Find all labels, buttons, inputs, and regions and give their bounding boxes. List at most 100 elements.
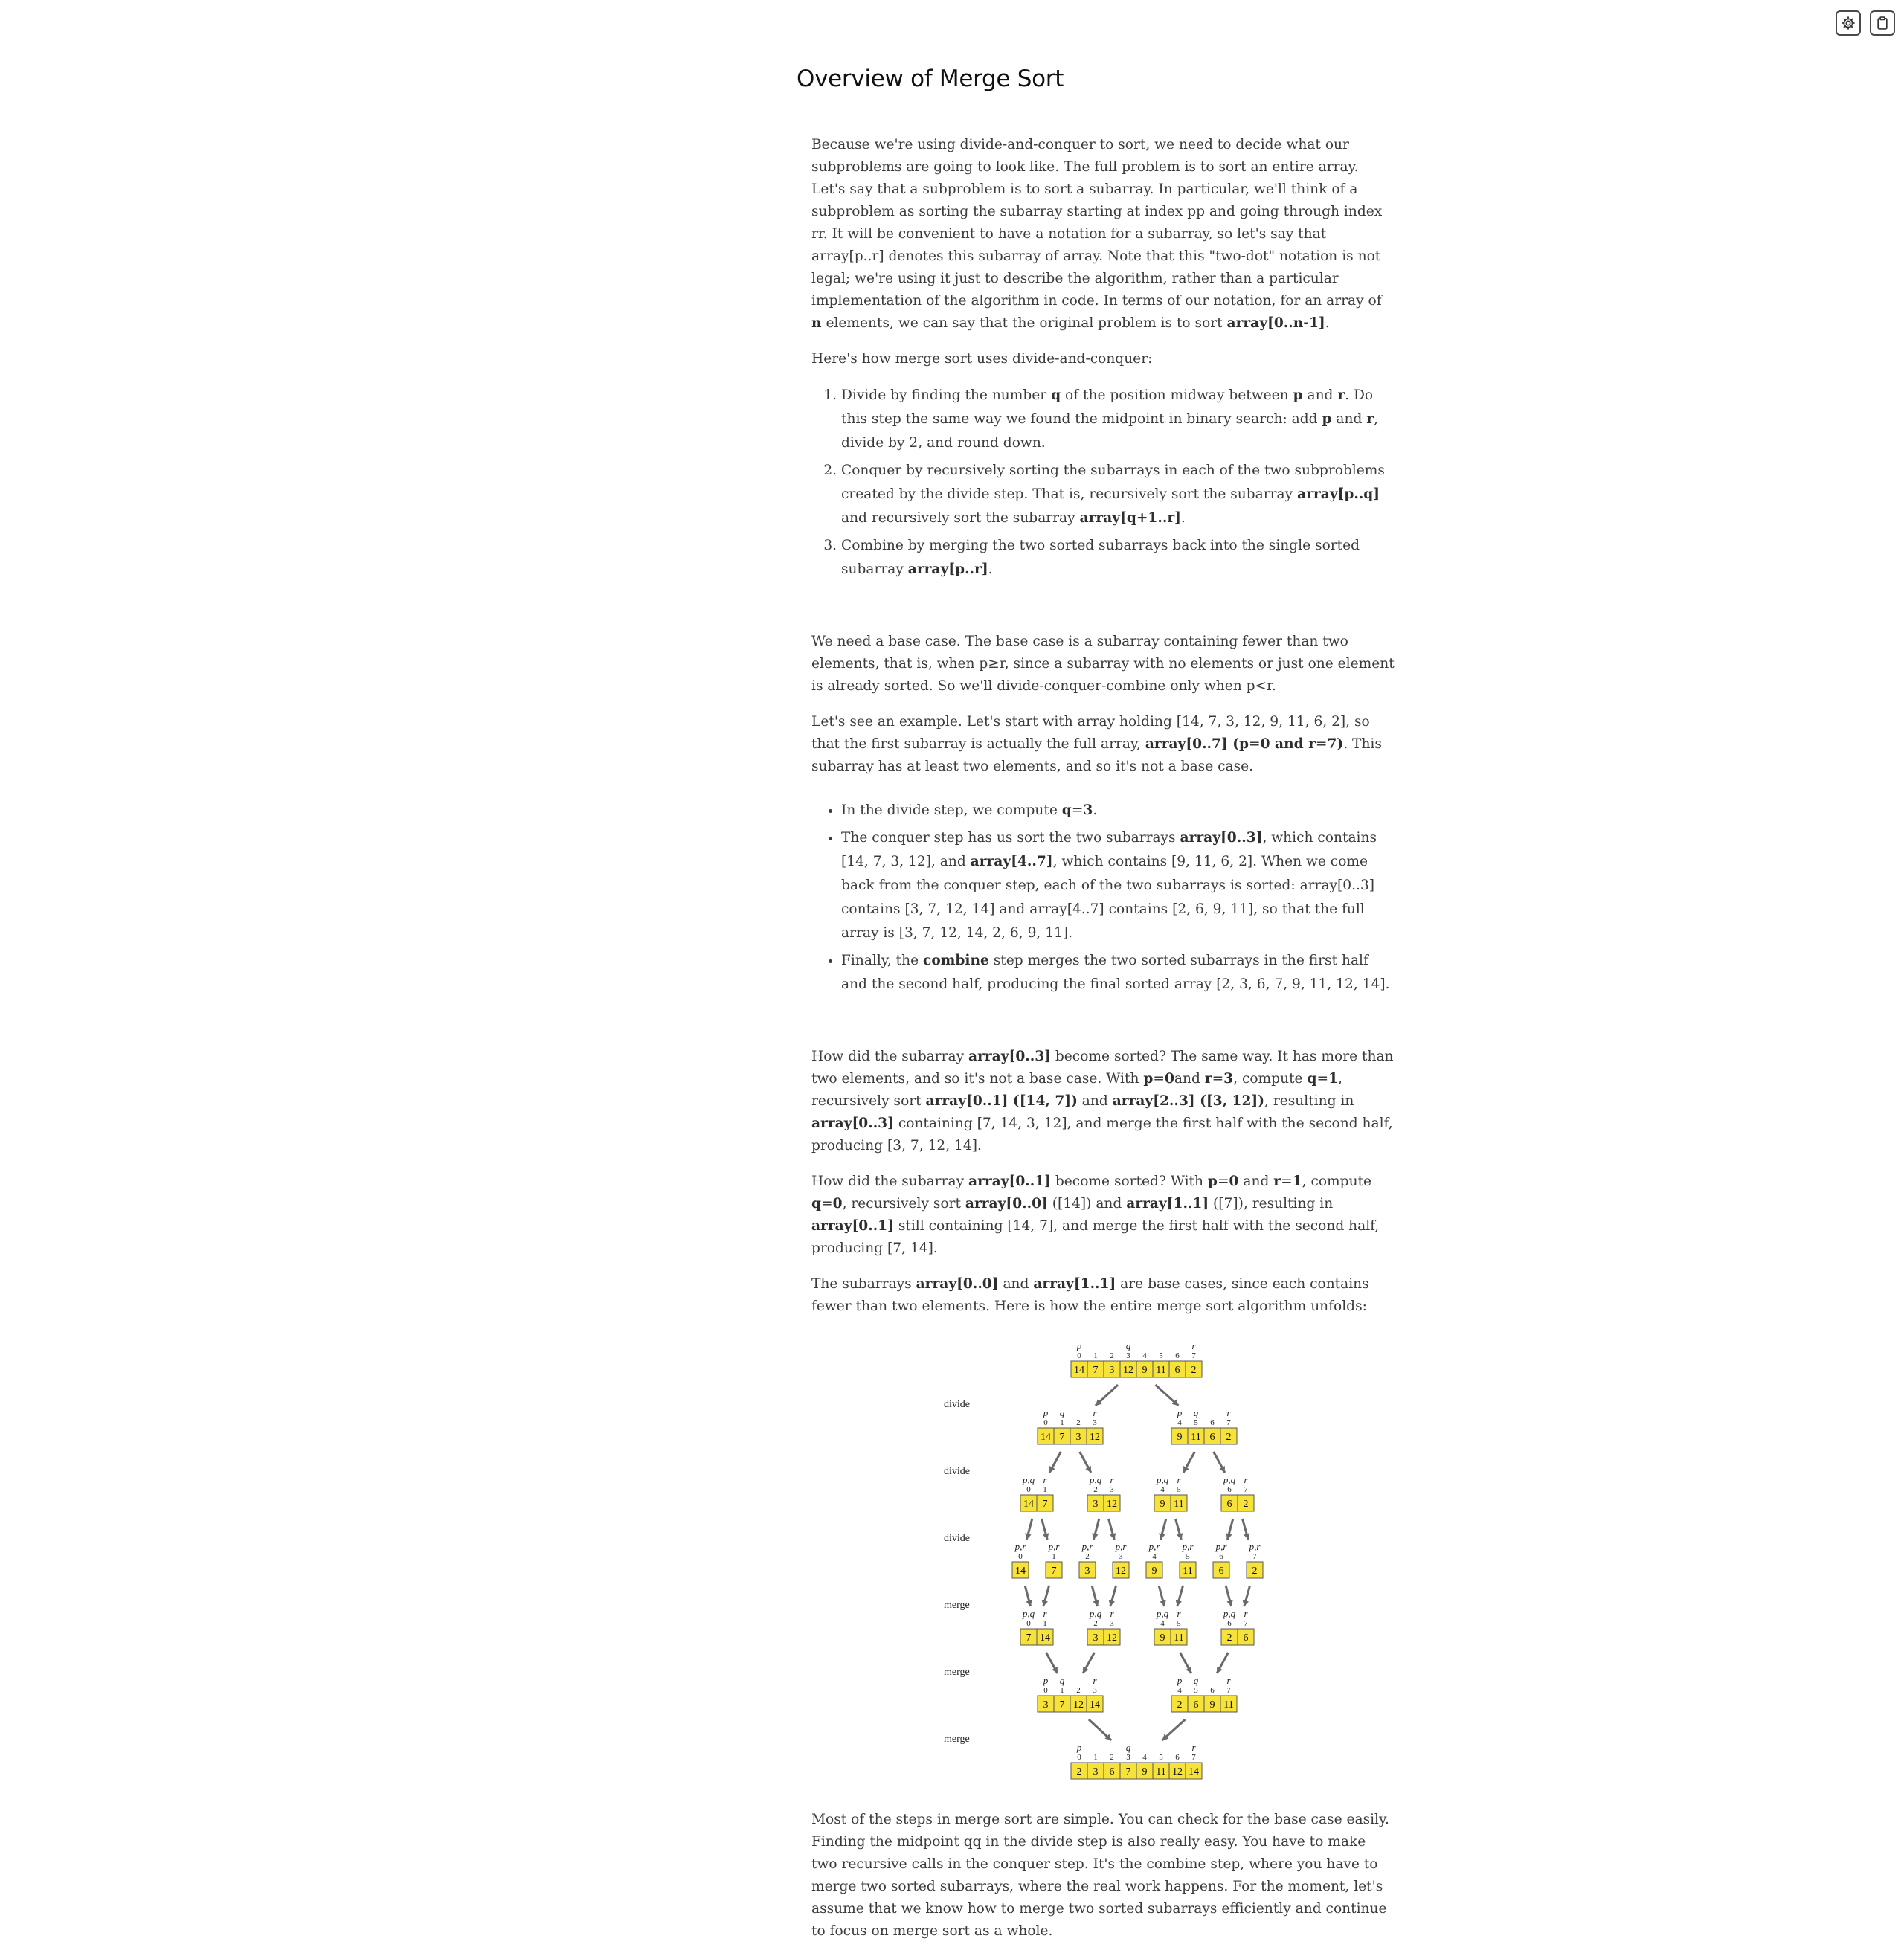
cell-value: 6 (1175, 1365, 1180, 1376)
list-item: Divide by finding the number q of the po… (841, 384, 1395, 455)
cell-value: 11 (1183, 1566, 1192, 1577)
cell-value: 2 (1077, 1766, 1082, 1778)
bold-text: 0 and r (1260, 736, 1316, 752)
cell-value: 6 (1219, 1566, 1224, 1577)
cell-index: 2 (1093, 1485, 1098, 1494)
cell-index: 7 (1244, 1619, 1248, 1628)
cell-index: 5 (1177, 1619, 1181, 1628)
text-run: , compute (1233, 1071, 1308, 1087)
bold-text: array[1..1] (1126, 1196, 1209, 1212)
bold-text: 0 (1164, 1071, 1174, 1087)
cell-value: 7 (1052, 1566, 1057, 1577)
pointer-label: p,q (1022, 1474, 1035, 1485)
cell-value: 9 (1142, 1766, 1148, 1778)
text-run: elements, we can say that the original p… (821, 315, 1227, 331)
text-run: = (1217, 1174, 1229, 1189)
text-run: We need a base case. The base case is a … (811, 634, 1395, 694)
summary-paragraph: Most of the steps in merge sort are simp… (811, 1809, 1395, 1943)
text-run: and (1302, 387, 1338, 403)
cell-index: 3 (1093, 1418, 1097, 1427)
cell-index: 5 (1186, 1552, 1190, 1561)
cell-index: 2 (1110, 1753, 1114, 1762)
cell-value: 2 (1191, 1365, 1197, 1376)
bold-text: q (1051, 387, 1061, 403)
pointer-label: r (1191, 1340, 1196, 1351)
pointer-label: r (1177, 1608, 1181, 1619)
cell-value: 2 (1252, 1566, 1258, 1577)
cell-value: 7 (1060, 1432, 1065, 1443)
bold-text: array[0..n-1] (1226, 315, 1325, 331)
pointer-label: q (1126, 1742, 1131, 1753)
list-item: Finally, the combine step merges the two… (841, 949, 1395, 997)
pointer-label: q (1126, 1340, 1131, 1351)
cell-value: 14 (1040, 1632, 1050, 1644)
bold-text: combine (923, 953, 989, 968)
cell-value: 6 (1244, 1632, 1249, 1644)
cell-index: 7 (1252, 1552, 1257, 1561)
text-run: . (1093, 802, 1098, 818)
pointer-label: r (1110, 1608, 1114, 1619)
bold-text: array[0..1] (968, 1174, 1051, 1189)
bold-text: q (1061, 802, 1072, 818)
cell-value: 9 (1177, 1432, 1183, 1443)
bold-text: array[1..1] (1033, 1276, 1116, 1292)
bold-text: array[0..1] ([14, 7]) (925, 1093, 1078, 1109)
settings-button[interactable] (1836, 10, 1861, 36)
cell-value: 3 (1093, 1499, 1099, 1510)
cell-value: 12 (1090, 1432, 1100, 1443)
bold-text: array[4..7] (970, 854, 1053, 869)
cell-value: 9 (1160, 1499, 1165, 1510)
text-run: = (1153, 1071, 1165, 1087)
pointer-label: q (1194, 1407, 1199, 1418)
cell-value: 2 (1226, 1432, 1232, 1443)
step-label: divide (944, 1399, 970, 1410)
bold-text: array[2..3] ([3, 12]) (1112, 1093, 1265, 1109)
bold-text: q (1307, 1071, 1317, 1087)
bold-text: r (1366, 411, 1374, 427)
bold-text: array[p..q] (1297, 486, 1380, 502)
bold-text: 7) (1327, 736, 1344, 752)
list-item: In the divide step, we compute q=3. (841, 799, 1395, 823)
cell-index: 3 (1110, 1619, 1114, 1628)
cell-value: 7 (1026, 1632, 1032, 1644)
pointer-label: p,r (1249, 1541, 1261, 1552)
cell-index: 5 (1159, 1351, 1163, 1360)
cell-value: 14 (1041, 1432, 1051, 1443)
cell-index: 0 (1043, 1418, 1048, 1427)
text-run: = (1281, 1174, 1293, 1189)
cell-index: 7 (1226, 1686, 1231, 1695)
cell-index: 0 (1026, 1485, 1031, 1494)
pointer-label: p,r (1014, 1541, 1027, 1552)
bold-text: p (1207, 1174, 1218, 1189)
pointer-label: p,q (1022, 1608, 1035, 1619)
clipboard-button[interactable] (1870, 10, 1895, 36)
cell-index: 2 (1076, 1686, 1081, 1695)
list-item: Conquer by recursively sorting the subar… (841, 459, 1395, 530)
text-run: How did the subarray (811, 1049, 969, 1064)
cell-index: 0 (1026, 1619, 1031, 1628)
cell-index: 3 (1093, 1686, 1097, 1695)
cell-index: 2 (1085, 1552, 1090, 1561)
pointer-label: r (1244, 1608, 1248, 1619)
cell-index: 1 (1060, 1686, 1064, 1695)
pointer-label: r (1244, 1474, 1248, 1485)
bold-text: 0 (1229, 1174, 1239, 1189)
cell-index: 4 (1177, 1686, 1182, 1695)
bold-text: r (1337, 387, 1345, 403)
merge-sort-diagram: 14 0 p 7 1 3 2 12 3 q 9 4 11 5 6 6 2 7 r 14 0 p 7 1 q 3 2 12 3 r 9 4 p 11… (811, 1331, 1395, 1800)
list-item: The conquer step has us sort the two sub… (841, 826, 1395, 945)
cell-value: 9 (1160, 1632, 1165, 1644)
pointer-label: r (1226, 1407, 1231, 1418)
text-run: ([14]) and (1047, 1196, 1127, 1212)
cell-index: 6 (1210, 1418, 1215, 1427)
cell-index: 1 (1043, 1485, 1047, 1494)
cell-value: 3 (1093, 1632, 1099, 1644)
cell-value: 3 (1043, 1699, 1049, 1711)
cell-index: 2 (1076, 1418, 1081, 1427)
bold-text: 1 (1328, 1071, 1339, 1087)
bold-text: r (1273, 1174, 1281, 1189)
cell-index: 6 (1175, 1753, 1180, 1762)
cell-value: 2 (1244, 1499, 1249, 1510)
pointer-label: p,r (1215, 1541, 1228, 1552)
cell-index: 1 (1093, 1351, 1098, 1360)
